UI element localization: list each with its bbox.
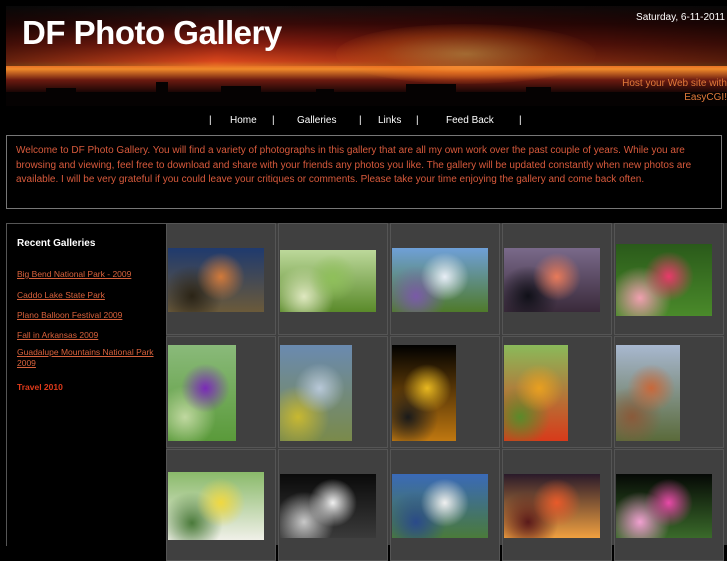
- pink-flowers-dark-thumb[interactable]: [616, 474, 712, 538]
- purple-flower-thumb[interactable]: [168, 345, 236, 441]
- sidebar-item-guadalupe[interactable]: Guadalupe Mountains National Park 2009: [17, 347, 165, 369]
- current-date: Saturday, 6-11-2011: [636, 12, 725, 23]
- gallery-cell: [278, 223, 388, 335]
- sidebar-item-plano-balloon[interactable]: Plano Balloon Festival 2009: [17, 310, 165, 321]
- nav-home[interactable]: Home: [230, 115, 257, 126]
- main-nav: | Home | Galleries | Links | Feed Back |: [0, 113, 727, 129]
- gallery-cell: [390, 449, 500, 561]
- cloud-landscape-thumb[interactable]: [392, 474, 488, 538]
- gallery-cell: [502, 449, 612, 561]
- green-leaves-thumb[interactable]: [280, 250, 376, 312]
- nav-galleries[interactable]: Galleries: [297, 115, 336, 126]
- prairie-sky-thumb[interactable]: [280, 345, 352, 441]
- host-ad-link[interactable]: Host your Web site with EasyCGI!: [617, 77, 727, 105]
- sidebar-item-travel-2010[interactable]: Travel 2010: [17, 382, 63, 392]
- tulip-field-thumb[interactable]: [504, 345, 568, 441]
- gallery-cell: [166, 449, 276, 561]
- gallery-cell: [502, 336, 612, 448]
- host-ad-line2[interactable]: EasyCGI!: [617, 91, 727, 105]
- lake-sunset-thumb[interactable]: [504, 248, 600, 312]
- wildflower-field-thumb[interactable]: [392, 248, 488, 312]
- sidebar-item-fall-arkansas[interactable]: Fall in Arkansas 2009: [17, 330, 165, 341]
- welcome-text: Welcome to DF Photo Gallery. You will fi…: [16, 145, 692, 186]
- red-sunset-thumb[interactable]: [504, 474, 600, 538]
- gallery-cell: [166, 223, 276, 335]
- gallery-cell: [278, 336, 388, 448]
- butterfly-thumb[interactable]: [168, 472, 264, 540]
- welcome-box: Welcome to DF Photo Gallery. You will fi…: [6, 135, 722, 209]
- nav-separator: |: [416, 115, 419, 126]
- sidebar-item-caddo-lake[interactable]: Caddo Lake State Park: [17, 290, 165, 301]
- nav-links[interactable]: Links: [378, 115, 401, 126]
- gallery-cell: [390, 336, 500, 448]
- gallery-cell: [502, 223, 612, 335]
- gallery-cell: [614, 449, 724, 561]
- host-ad-line1[interactable]: Host your Web site with: [617, 77, 727, 91]
- nav-separator: |: [519, 115, 522, 126]
- sidebar-heading: Recent Galleries: [17, 238, 96, 249]
- sidebar: Recent Galleries Big Bend National Park …: [6, 223, 166, 546]
- sunset-grassland-thumb[interactable]: [168, 248, 264, 312]
- gallery-cell: [614, 223, 724, 335]
- nav-separator: |: [359, 115, 362, 126]
- site-title[interactable]: DF Photo Gallery: [22, 14, 282, 52]
- gallery-cell: [166, 336, 276, 448]
- sidebar-item-big-bend[interactable]: Big Bend National Park - 2009: [17, 269, 165, 280]
- nav-separator: |: [272, 115, 275, 126]
- yellow-orchid-thumb[interactable]: [392, 345, 456, 441]
- spider-lily-thumb[interactable]: [280, 474, 376, 538]
- pink-flower-thumb[interactable]: [616, 244, 712, 316]
- nav-feedback[interactable]: Feed Back: [446, 115, 494, 126]
- nav-separator: |: [209, 115, 212, 126]
- thumbnail-grid: [166, 223, 727, 561]
- gallery-cell: [390, 223, 500, 335]
- gallery-cell: [278, 449, 388, 561]
- gallery-cell: [614, 336, 724, 448]
- header-banner: DF Photo Gallery Saturday, 6-11-2011 Hos…: [6, 6, 727, 106]
- canyon-thumb[interactable]: [616, 345, 680, 441]
